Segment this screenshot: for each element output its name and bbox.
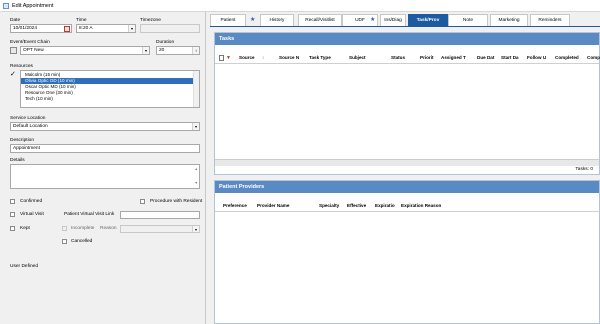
chevron-down-icon[interactable]: ▾ [142,47,149,54]
providers-column-header[interactable]: Expiratio [375,201,395,211]
procedure-label: Procedure with Resident [150,199,203,204]
sort-icon[interactable]: ↕ [262,53,264,63]
pin-icon[interactable]: ★ [370,17,375,23]
tab-marketing[interactable]: Marketing [490,14,528,26]
tasks-column-header[interactable]: Completed [555,53,579,63]
resources-scrollbar[interactable] [193,71,199,107]
description-field[interactable]: Appointment [10,144,200,153]
cancelled-checkbox[interactable] [62,239,67,244]
reason-label: Reason [100,226,117,231]
service-location-label: Service Location [10,116,46,121]
chevron-down-icon[interactable]: ▾ [128,25,135,32]
tasks-column-header[interactable]: Assigned T [441,53,466,63]
tasks-hscrollbar[interactable] [215,159,599,166]
user-defined-label: User Defined [10,264,38,269]
details-label: Details [10,158,25,163]
event-chain-value: OPT New [23,48,44,53]
providers-column-header[interactable]: Effective [347,201,366,211]
tab-note[interactable]: Note [448,14,488,26]
duration-value: 20 [159,48,165,53]
tasks-column-header[interactable]: Task Type [309,53,331,63]
panel-divider[interactable] [205,12,206,324]
tasks-column-header[interactable]: Follow U [527,53,546,63]
event-chain-select[interactable]: OPT New ▾ [20,46,150,55]
procedure-checkbox[interactable] [140,199,145,204]
confirmed-checkbox[interactable] [10,199,15,204]
pin-icon[interactable]: ★ [250,17,255,23]
tab-recall-visitlist[interactable]: Recall/Visitlist [298,14,342,26]
tab-task-prov[interactable]: Task/Prov [408,14,448,26]
tasks-title: Tasks [215,33,599,45]
virtual-link-label: Patient Virtual Visit Link [64,212,115,217]
scroll-up-icon[interactable]: ▲ [195,166,198,173]
date-label: Date [10,18,21,23]
providers-panel: Patient Providers Preference Provider Nam… [214,180,600,324]
filter-icon[interactable]: ▼ [226,53,231,63]
providers-column-header[interactable]: Specialty [319,201,339,211]
date-field[interactable]: 10/01/2024 [10,24,72,33]
providers-title: Patient Providers [215,181,599,193]
time-value: 8:20 A [79,26,93,31]
service-location-value: Default Location [13,124,48,129]
incomplete-label: Incomplete [71,226,95,231]
chevron-down-icon[interactable]: ▾ [192,123,199,130]
timezone-field[interactable] [140,24,200,33]
tasks-column-header[interactable]: Due Dat [477,53,494,63]
tasks-count: Tasks: 0 [575,167,593,172]
incomplete-checkbox[interactable] [62,226,67,231]
tasks-column-header[interactable]: Subject [349,53,366,63]
virtual-visit-checkbox[interactable] [10,212,15,217]
virtual-link-field[interactable] [120,211,200,219]
chevron-down-icon[interactable]: ▾ [192,226,199,232]
tab-bar: Patient ★ History Recall/Visitlist UDF ★ Ins/D… [210,14,600,26]
service-location-select[interactable]: Default Location ▾ [10,122,200,131]
tasks-column-header[interactable]: Start Da [501,53,519,63]
event-chain-label: Event/Event Chain [10,40,50,45]
providers-grid-header: Preference Provider Name Specialty Effectiv… [215,201,599,212]
tasks-panel: Tasks ▼ Source Source N Task Type Subject St… [214,32,600,175]
resource-item[interactable]: Tech (10 min) [21,96,199,102]
time-label: Time [76,18,87,23]
kept-checkbox[interactable] [10,226,15,231]
providers-column-header[interactable]: Provider Name [257,201,289,211]
duration-stepper[interactable]: 20 ↕ [156,46,200,55]
date-value: 10/01/2024 [13,26,38,31]
time-field[interactable]: 8:20 A ▾ [76,24,136,33]
tasks-column-header[interactable]: Comp [587,53,600,63]
timezone-label: Timezone [140,18,161,23]
tab-reminders[interactable]: Reminders [530,14,570,26]
resources-label: Resources [10,64,33,69]
tasks-grid-header: ▼ Source Source N Task Type Subject Status Pr… [215,53,600,64]
event-picker-icon[interactable] [10,47,17,54]
description-label: Description [10,138,34,143]
resources-list[interactable]: Malcolm (15 min) Olivia Optic OD (10 min)… [20,70,200,108]
kept-label: Kept [20,226,30,231]
providers-column-header[interactable]: Preference [223,201,247,211]
calendar-icon[interactable] [64,26,70,32]
tasks-column-header[interactable]: Status [391,53,405,63]
tasks-column-header[interactable]: Source N [279,53,299,63]
checkmark-icon: ✓ [10,71,16,78]
tab-underline [210,26,600,27]
window-title: Edit Appointment [12,3,54,9]
scroll-down-icon[interactable]: ▼ [195,180,198,187]
tasks-column-header[interactable]: Priorit [420,53,434,63]
description-value: Appointment [13,146,40,151]
spin-arrows-icon[interactable]: ↕ [192,47,199,54]
tab-ins-diag[interactable]: Ins/Diag [380,14,406,26]
document-icon [219,55,224,61]
duration-label: Duration [156,40,175,45]
reason-select[interactable]: ▾ [120,225,200,233]
providers-column-header[interactable]: Expiration Reason [401,201,441,211]
tasks-column-header[interactable]: Source [239,53,255,63]
confirmed-label: Confirmed [20,199,43,204]
window-titlebar: Edit Appointment [0,0,600,12]
tab-history[interactable]: History [260,14,294,26]
tab-patient[interactable]: Patient [210,14,246,26]
cancelled-label: Cancelled [71,239,93,244]
details-textarea[interactable]: ▲ ▼ [10,164,200,189]
virtual-visit-label: Virtual Visit [20,212,44,217]
app-icon [3,3,9,9]
